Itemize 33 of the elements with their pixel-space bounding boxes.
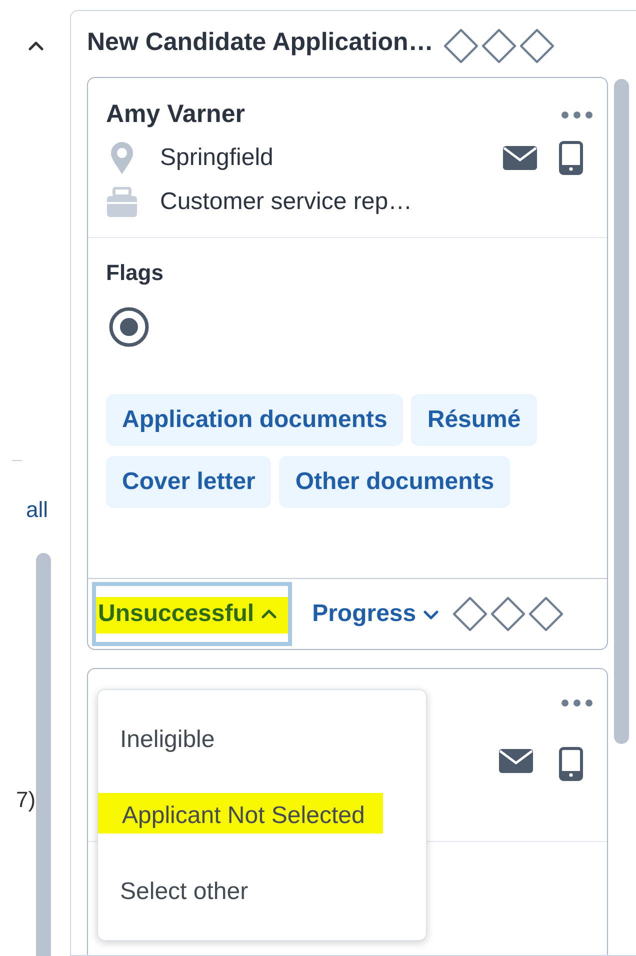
column-title: New Candidate Application… bbox=[87, 28, 434, 56]
diamond-icon bbox=[490, 596, 526, 632]
location-pin-icon bbox=[110, 142, 134, 174]
mail-icon[interactable] bbox=[503, 144, 537, 172]
diamond-icon bbox=[481, 28, 518, 64]
menu-option[interactable]: Applicant Not Selected bbox=[98, 788, 383, 836]
radio-button[interactable] bbox=[108, 306, 150, 348]
more-icon[interactable] bbox=[561, 699, 593, 707]
location-text: Springfield bbox=[160, 144, 274, 172]
phone-icon[interactable] bbox=[559, 141, 583, 175]
document-tag[interactable]: Other documents bbox=[279, 456, 510, 508]
count-label: 7) bbox=[16, 787, 36, 813]
phone-icon[interactable] bbox=[559, 747, 583, 781]
document-tag[interactable]: Application documents bbox=[106, 394, 404, 446]
mail-icon[interactable] bbox=[499, 747, 533, 775]
briefcase-icon bbox=[106, 187, 138, 217]
diamond-icon bbox=[452, 596, 488, 632]
candidate-name: Amy Varner bbox=[106, 100, 246, 129]
document-tag[interactable]: Résumé bbox=[411, 394, 537, 446]
select-all-link[interactable]: all bbox=[26, 497, 48, 523]
document-tag[interactable]: Cover letter bbox=[106, 456, 272, 508]
flags-label: Flags bbox=[106, 260, 164, 286]
diamond-icon bbox=[443, 28, 480, 64]
scrollbar[interactable] bbox=[614, 79, 629, 744]
scrollbar[interactable] bbox=[36, 553, 51, 956]
menu-option[interactable]: Ineligible bbox=[98, 712, 237, 760]
progress-dropdown[interactable]: Progress bbox=[312, 600, 440, 628]
diamond-icon bbox=[519, 28, 556, 64]
status-dropdown[interactable]: Unsuccessful bbox=[92, 582, 292, 646]
more-icon[interactable] bbox=[561, 110, 593, 118]
job-title: Customer service rep… bbox=[160, 188, 412, 216]
diamond-icon bbox=[528, 596, 564, 632]
menu-option[interactable]: Select other bbox=[98, 864, 270, 912]
